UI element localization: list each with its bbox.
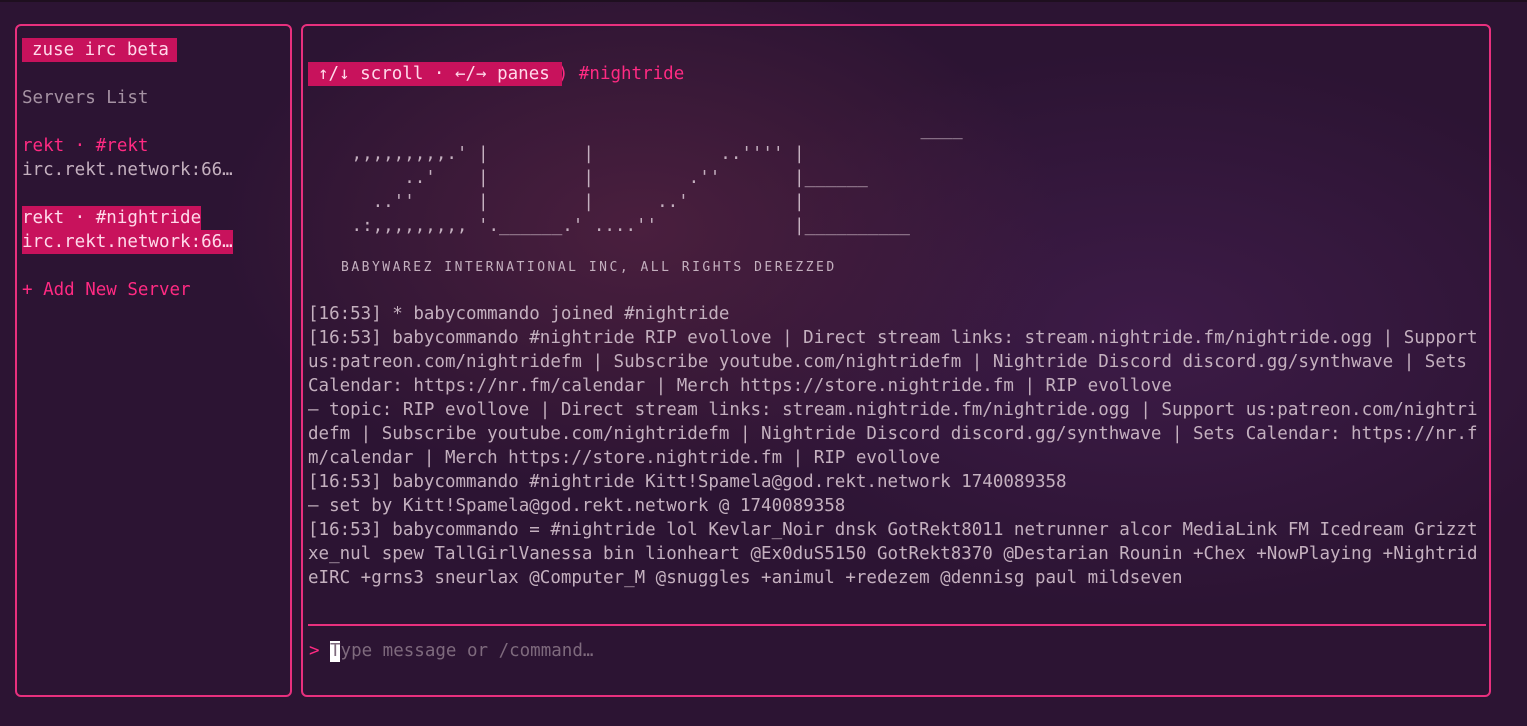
server-item-label: rekt · #rekt <box>22 136 149 156</box>
app-title-badge: zuse irc beta <box>22 38 177 62</box>
zuse-ascii-logo: ____ ,,,,,,,,,.' | | ..'''' | ..' | | .'… <box>351 120 963 236</box>
input-divider <box>308 624 1486 626</box>
add-new-server-button[interactable]: + Add New Server <box>22 278 191 302</box>
log-line: [16:53] babycommando #nightride Kitt!Spa… <box>308 472 1067 492</box>
log-line: [16:53] babycommando #nightride RIP evol… <box>308 328 1489 396</box>
server-item-address: irc.rekt.network:66… <box>22 160 233 180</box>
server-item-label: rekt · #nightride <box>22 206 202 230</box>
keyboard-hint-badge: ↑/↓ scroll · ←/→ panes <box>308 62 562 86</box>
log-line: — topic: RIP evollove | Direct stream li… <box>308 400 1478 468</box>
servers-list-heading: Servers List <box>22 88 149 108</box>
log-line: [16:53] babycommando = #nightride lol Ke… <box>308 520 1489 588</box>
log-line: — set by Kitt!Spamela@god.rekt.network @… <box>308 496 846 516</box>
banner-tagline: BABYWAREZ INTERNATIONAL INC, ALL RIGHTS … <box>341 260 837 275</box>
message-input[interactable] <box>330 639 1470 663</box>
log-line: [16:53] * babycommando joined #nightride <box>308 304 730 324</box>
chat-pane[interactable]: rekt (babycommando) #nightride ↑/↓ scrol… <box>301 24 1491 697</box>
message-log[interactable]: [16:53] * babycommando joined #nightride… <box>308 302 1480 590</box>
channel-header: rekt (babycommando) #nightride <box>308 38 684 84</box>
servers-sidebar: zuse irc beta Servers List rekt · #rekt … <box>15 24 292 697</box>
prompt-symbol: > <box>309 641 320 661</box>
server-item-address: irc.rekt.network:66… <box>22 230 233 254</box>
window-top-strip <box>0 0 1527 2</box>
